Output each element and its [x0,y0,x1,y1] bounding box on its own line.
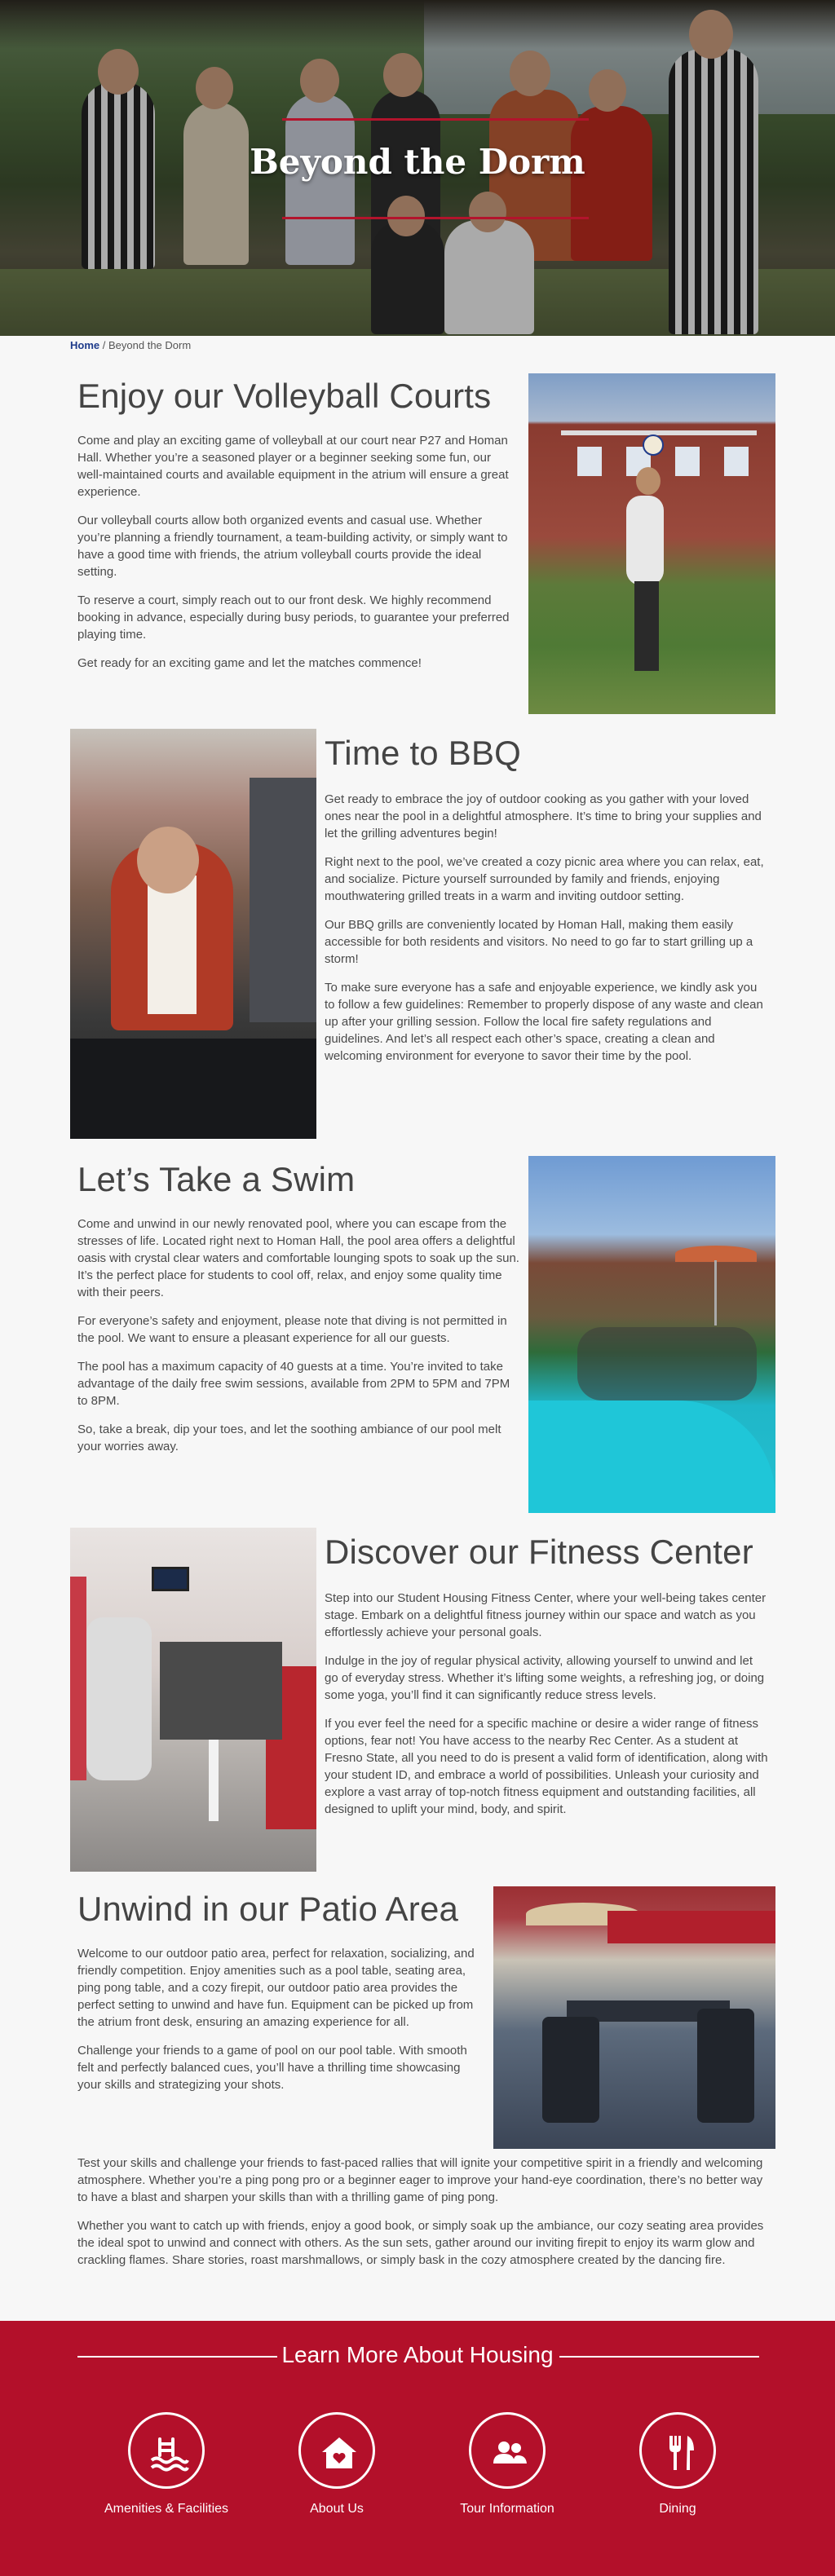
patio-chair [697,2009,754,2123]
patio-full-text: Test your skills and challenge your frie… [77,2155,771,2269]
fitness-title: Discover our Fitness Center [325,1533,753,1571]
footer-icon-circle [298,2412,375,2489]
building-window [577,447,602,476]
footer-heading: Learn More About Housing [281,2342,554,2367]
fitness-paragraph: Step into our Student Housing Fitness Ce… [325,1591,767,1639]
hero-rule-bottom [282,217,589,219]
fitness-paragraph: If you ever feel the need for a specific… [325,1717,768,1816]
patio-chair [542,2017,599,2123]
bbq-section: Time to BBQ Get ready to embrace the joy… [325,734,767,1065]
volleyball-paragraph: Come and play an exciting game of volley… [77,434,509,499]
breadcrumb-separator: / [102,339,106,351]
patio-photo [493,1886,775,2149]
hero-banner: Beyond the Dorm [0,0,835,336]
volleyball-photo [528,373,775,714]
volleyball-ball [643,434,664,456]
bbq-person-shirt [148,876,197,1014]
building-window [724,447,749,476]
swim-paragraph: Come and unwind in our newly renovated p… [77,1217,519,1299]
patio-section: Unwind in our Patio Area Welcome to our … [77,1890,485,2093]
house-heart-icon [322,2437,356,2468]
patio-paragraph: Test your skills and challenge your frie… [77,2156,763,2204]
patio-paragraph: Welcome to our outdoor patio area, perfe… [77,1947,475,2029]
footer-icon-circle [469,2412,546,2489]
player-head [636,467,660,495]
breadcrumb-home-link[interactable]: Home [70,339,99,351]
footer: Learn More About Housing Amenities & Fac… [0,2321,835,2576]
fitness-tv [152,1567,189,1591]
footer-link-label: Tour Information [460,2502,554,2516]
pool-water [528,1400,775,1513]
volleyball-paragraph: Get ready for an exciting game and let t… [77,656,422,670]
volleyball-paragraph: Our volleyball courts allow both organiz… [77,514,508,579]
bbq-grill [70,1039,316,1139]
weight-machine [160,1642,282,1740]
patio-paragraph: Whether you want to catch up with friend… [77,2219,764,2267]
footer-link-about[interactable]: About Us [255,2412,418,2516]
footer-icon-circle [128,2412,205,2489]
umbrella [675,1246,757,1262]
swimmers [577,1327,757,1400]
building-window [675,447,700,476]
patio-title: Unwind in our Patio Area [77,1890,459,1928]
footer-link-label: Dining [659,2502,696,2516]
swim-photo [528,1156,775,1513]
player-legs [634,581,659,671]
footer-link-amenities[interactable]: Amenities & Facilities [85,2412,248,2516]
footer-link-dining[interactable]: Dining [596,2412,759,2516]
page-title: Beyond the Dorm [250,142,585,182]
breadcrumb: Home / Beyond the Dorm [70,339,191,351]
fitness-section: Discover our Fitness Center Step into ou… [325,1533,769,1818]
swim-title: Let’s Take a Swim [77,1160,356,1198]
volleyball-paragraph: To reserve a court, simply reach out to … [77,593,510,642]
hero-rule-top [282,118,589,121]
utensils-icon [669,2436,694,2470]
footer-link-label: About Us [310,2502,364,2516]
bbq-paragraph: Right next to the pool, we’ve created a … [325,855,764,903]
player-shirt [626,496,664,585]
volleyball-section: Enjoy our Volleyball Courts Come and pla… [77,377,518,672]
bbq-paragraph: Our BBQ grills are conveniently located … [325,918,753,966]
patio-awning [607,1911,775,1943]
footer-icon-circle [639,2412,716,2489]
patio-paragraph: Challenge your friends to a game of pool… [77,2044,467,2092]
bbq-paragraph: To make sure everyone has a safe and enj… [325,981,763,1063]
umbrella-pole [714,1260,717,1325]
footer-link-tour[interactable]: Tour Information [426,2412,589,2516]
bbq-bystander [250,778,316,1022]
swim-paragraph: For everyone’s safety and enjoyment, ple… [77,1314,507,1345]
bbq-photo [70,729,316,1139]
bbq-person-head [137,827,199,893]
volleyball-title: Enjoy our Volleyball Courts [77,377,492,415]
swim-paragraph: So, take a break, dip your toes, and let… [77,1423,501,1453]
fitness-paragraph: Indulge in the joy of regular physical a… [325,1654,765,1702]
pool-ladder-icon [150,2437,189,2472]
footer-link-label: Amenities & Facilities [104,2502,229,2516]
swim-section: Let’s Take a Swim Come and unwind in our… [77,1160,522,1455]
footer-rule-right [559,2356,759,2358]
bbq-title: Time to BBQ [325,734,522,772]
swim-paragraph: The pool has a maximum capacity of 40 gu… [77,1360,510,1408]
people-icon [493,2441,527,2464]
fitness-photo [70,1528,316,1872]
breadcrumb-current: Beyond the Dorm [108,339,192,351]
exercise-bike [86,1617,152,1780]
bbq-paragraph: Get ready to embrace the joy of outdoor … [325,792,762,840]
building-trim [561,430,757,435]
fitness-wall-accent [70,1577,86,1780]
bench-stand [209,1740,219,1821]
